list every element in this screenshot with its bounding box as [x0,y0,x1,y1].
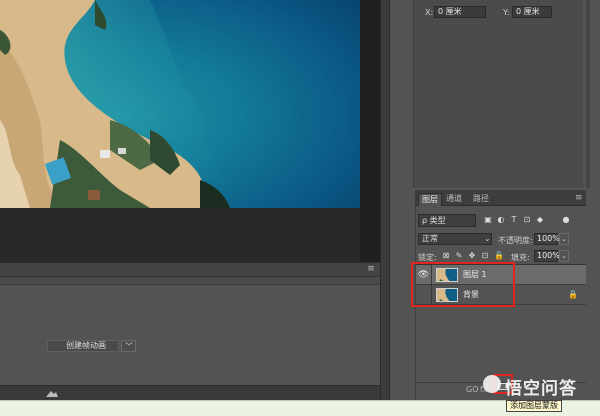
x-position-field[interactable]: 0 厘米 [434,6,486,18]
blend-mode-select[interactable]: 正常 [418,233,492,245]
lock-all-icon[interactable]: 🔒 [494,251,504,261]
canvas-image[interactable] [0,0,360,208]
create-animation-dropdown[interactable]: ﹀ [121,340,136,352]
watermark: 悟空问答 [483,373,598,403]
window-edge [590,0,600,400]
lock-pixels-icon[interactable]: ✎ [454,251,464,261]
opacity-slider-button[interactable]: ⌄ [559,233,569,245]
tooltip: 添加图层蒙版 [506,400,562,412]
properties-panel-body [413,0,583,188]
filter-toggle-icon[interactable]: ● [561,215,571,225]
layer-kind-filter[interactable]: ρ 类型 [418,214,476,227]
chevron-down-icon: ⌄ [484,234,491,243]
tab-paths[interactable]: 路径 [470,193,492,206]
fill-field[interactable]: 100% [534,250,560,262]
chevron-down-icon: ﹀ [125,342,133,351]
pixel-filter-icon[interactable]: ▣ [483,215,493,225]
opacity-label: 不透明度: [498,236,533,245]
y-label: Y: [503,8,510,17]
lock-icon: 🔒 [568,290,578,299]
lock-position-icon[interactable]: ✥ [467,251,477,261]
tab-layers[interactable]: 图层 [418,193,442,206]
x-label: X: [425,8,434,17]
smart-object-filter-icon[interactable]: ◆ [535,215,545,225]
lock-artboard-icon[interactable]: ⊡ [480,251,490,261]
panel-splitter[interactable] [380,0,390,400]
adjustment-filter-icon[interactable]: ◐ [496,215,506,225]
fill-slider-button[interactable]: ⌄ [559,250,569,262]
properties-panel [390,0,600,188]
y-position-field[interactable]: 0 厘米 [512,6,552,18]
type-filter-icon[interactable]: T [509,215,519,225]
annotation-highlight-layers [411,262,515,307]
canvas-pasteboard [360,0,380,262]
timeline-header: ≡ [0,263,380,277]
timeline-panel: ≡ 创建帧动画 ﹀ [0,262,380,401]
link-layers-icon[interactable]: GO [466,385,479,394]
lock-transparency-icon[interactable]: ⊠ [441,251,451,261]
watermark-text: 悟空问答 [505,379,577,399]
create-frame-animation-button[interactable]: 创建帧动画 [47,340,119,352]
timeline-footer [0,385,380,401]
panel-menu-icon[interactable]: ≡ [366,264,376,274]
shape-filter-icon[interactable]: ⊡ [522,215,532,225]
watermark-logo-icon [483,375,501,393]
zoom-mountain-icon[interactable] [46,390,58,397]
timeline-strip [0,277,380,285]
opacity-field[interactable]: 100% [534,233,560,245]
tab-channels[interactable]: 通道 [443,193,465,206]
panel-menu-icon[interactable]: ≡ [575,193,583,203]
